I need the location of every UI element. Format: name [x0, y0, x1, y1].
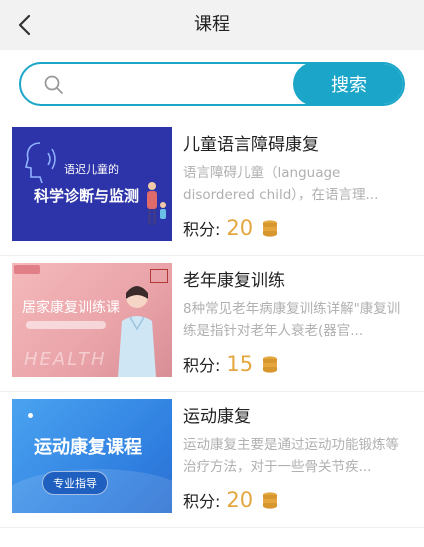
search-input[interactable] [77, 64, 287, 104]
course-description: 语言障碍儿童（language disordered child），在语言理..… [183, 165, 379, 203]
corner-tag [14, 265, 40, 274]
coin-stack-icon [263, 492, 278, 509]
thumbnail-watermark: HEALTH [24, 349, 107, 370]
search-button[interactable]: 搜索 [293, 64, 403, 104]
course-points: 积分: 20 [183, 214, 279, 242]
subtitle-bar [26, 321, 106, 329]
points-value: 20 [226, 488, 254, 512]
course-item[interactable]: 居家康复训练课 HEALTH 老年康复训练 8种常见老年病康复训练详解"康复训练… [0, 256, 424, 392]
course-thumbnail: 运动康复课程 专业指导 [12, 399, 172, 513]
head-silhouette-icon [25, 142, 56, 184]
course-item[interactable]: 语迟儿童的 科学诊断与监测 儿童语言障碍康复 语言障碍儿童（language d… [0, 120, 424, 256]
decor-dot [28, 413, 33, 418]
course-points: 积分: 20 [183, 486, 279, 514]
thumbnail-tag: 专业指导 [42, 471, 108, 495]
page-title: 课程 [194, 14, 230, 35]
logo-mark [150, 269, 168, 283]
course-title[interactable]: 儿童语言障碍康复 [183, 130, 319, 155]
course-description: 8种常见老年病康复训练详解"康复训练是指针对老年人衰老(器官... [183, 301, 401, 339]
points-value: 20 [226, 216, 254, 240]
points-label: 积分: [183, 356, 221, 375]
course-title[interactable]: 老年康复训练 [183, 266, 285, 291]
course-description: 运动康复主要是通过运动功能锻炼等治疗方法，对于一些骨关节疾... [183, 437, 399, 475]
coin-stack-icon [263, 356, 278, 373]
search-icon [44, 75, 63, 94]
course-title[interactable]: 运动康复 [183, 402, 251, 427]
course-thumbnail: 居家康复训练课 HEALTH [12, 263, 172, 377]
points-label: 积分: [183, 492, 221, 511]
course-item[interactable]: 运动康复课程 专业指导 运动康复 运动康复主要是通过运动功能锻炼等治疗方法，对于… [0, 392, 424, 528]
coin-stack-icon [263, 220, 278, 237]
points-label: 积分: [183, 220, 221, 239]
course-thumbnail: 语迟儿童的 科学诊断与监测 [12, 127, 172, 241]
header: 课程 [0, 0, 424, 50]
thumbnail-caption-small: 语迟儿童的 [64, 163, 119, 176]
thumbnail-caption-large: 运动康复课程 [34, 437, 142, 458]
points-value: 15 [226, 352, 254, 376]
search-bar: 搜索 [19, 62, 405, 106]
thumbnail-caption-large: 科学诊断与监测 [34, 187, 140, 205]
family-illustration-icon [147, 182, 166, 225]
thumbnail-caption-large: 居家康复训练课 [22, 300, 120, 316]
course-list: 语迟儿童的 科学诊断与监测 儿童语言障碍康复 语言障碍儿童（language d… [0, 120, 424, 528]
nurse-illustration-icon [118, 286, 156, 377]
course-points: 积分: 15 [183, 350, 279, 378]
